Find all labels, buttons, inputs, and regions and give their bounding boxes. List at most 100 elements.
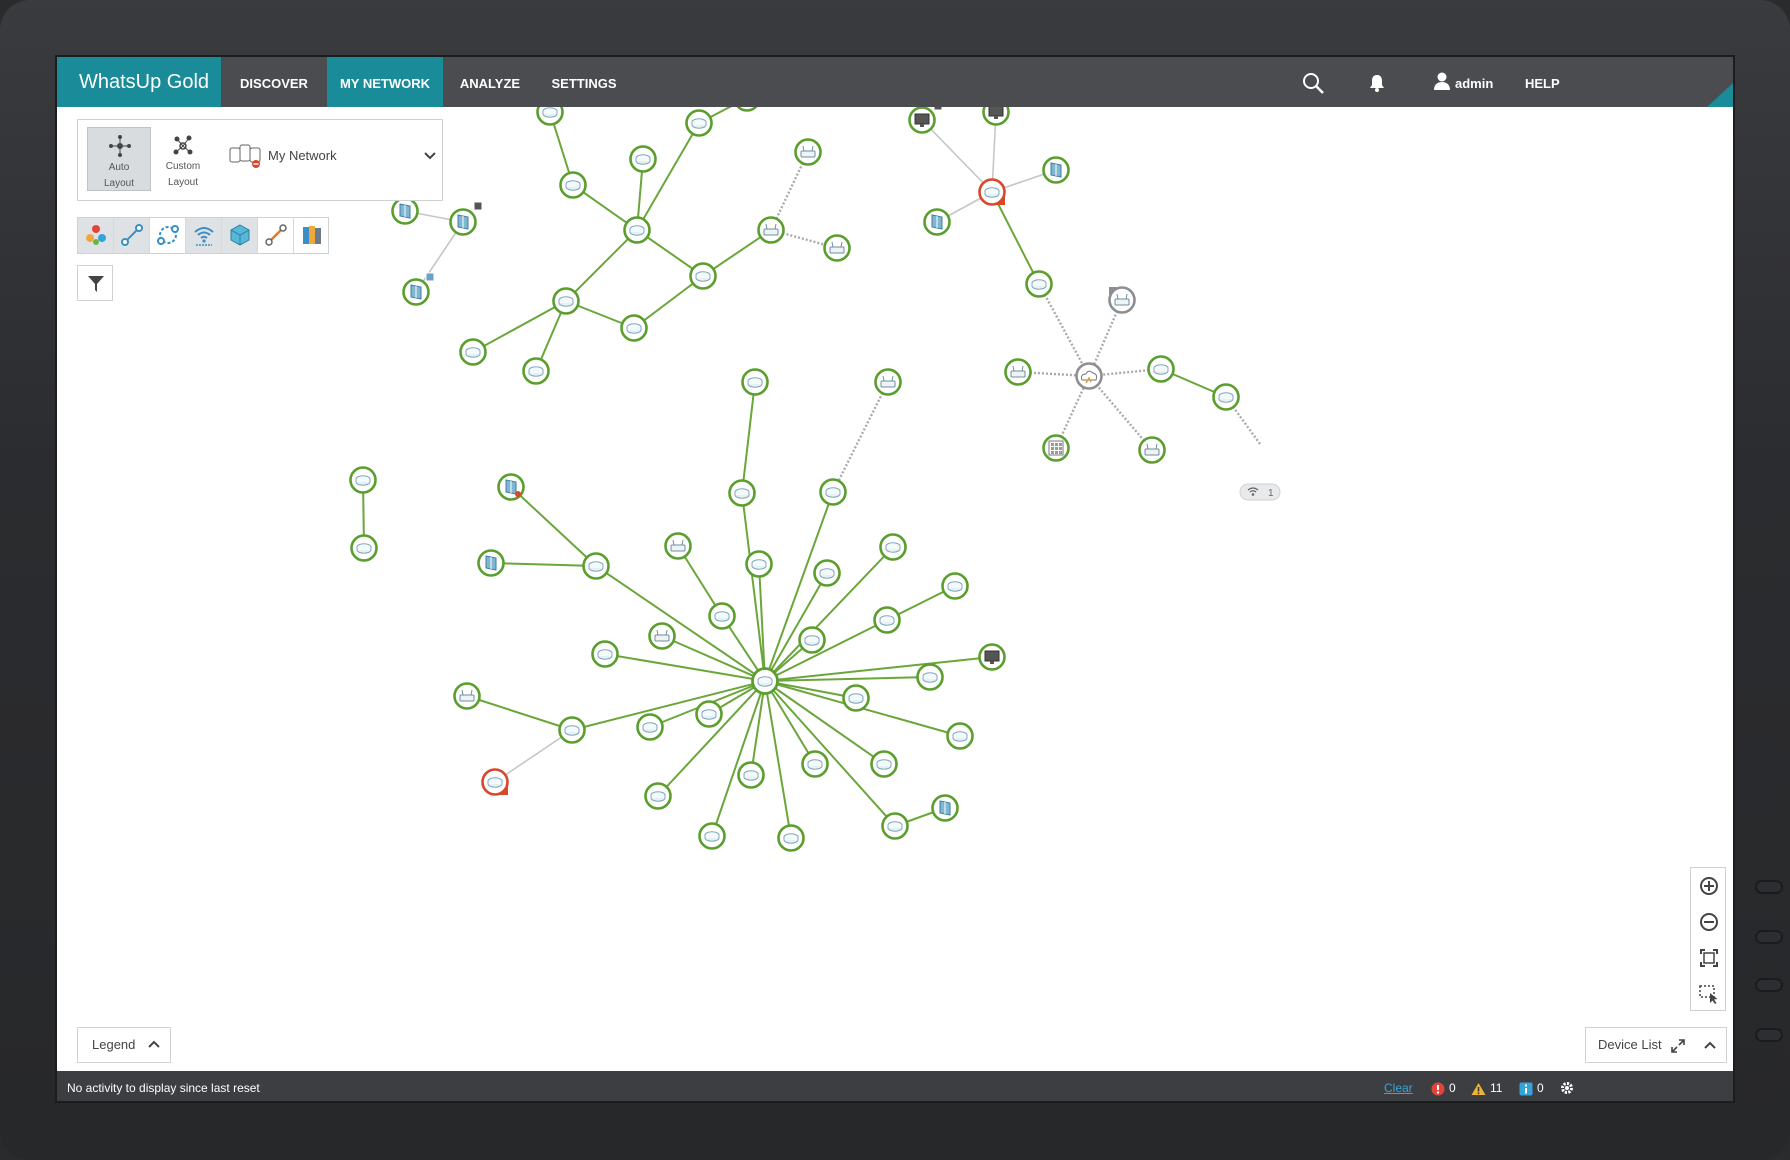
fit-to-screen-button[interactable] (1691, 940, 1727, 976)
chevron-down-icon[interactable] (424, 152, 436, 160)
nav-settings[interactable]: SETTINGS (537, 57, 631, 107)
network-device-node[interactable] (559, 171, 587, 199)
network-link[interactable] (565, 229, 638, 302)
network-device-node[interactable] (453, 682, 481, 710)
nav-discover[interactable]: DISCOVER (221, 57, 327, 107)
network-device-node[interactable] (946, 722, 974, 750)
network-device-node[interactable] (402, 278, 430, 306)
network-device-node[interactable] (623, 216, 651, 244)
network-device-node[interactable] (1075, 362, 1103, 390)
network-link[interactable] (741, 381, 756, 494)
network-device-node[interactable] (819, 478, 847, 506)
network-device-node[interactable] (741, 368, 769, 396)
network-link[interactable] (494, 729, 573, 783)
network-device-node[interactable] (1212, 383, 1240, 411)
network-device-node[interactable] (1025, 270, 1053, 298)
network-link[interactable] (510, 486, 597, 567)
network-device-node[interactable] (916, 663, 944, 691)
device-groups-toggle[interactable] (78, 218, 114, 253)
network-device-node[interactable] (751, 667, 779, 695)
network-device-node[interactable] (558, 716, 586, 744)
network-device-node[interactable] (745, 550, 773, 578)
wireless-toggle[interactable] (186, 218, 222, 253)
help-link[interactable]: HELP (1525, 57, 1560, 107)
network-device-node[interactable] (737, 761, 765, 789)
network-device-node[interactable] (629, 145, 657, 173)
select-area-button[interactable] (1691, 976, 1727, 1012)
network-device-node[interactable] (777, 824, 805, 852)
auto-layout-button[interactable]: Auto Layout (87, 127, 151, 191)
clear-link[interactable]: Clear (1384, 1071, 1413, 1101)
nav-my-network[interactable]: MY NETWORK (327, 57, 443, 107)
chevron-up-icon[interactable] (1704, 1041, 1716, 1049)
network-link[interactable] (921, 119, 993, 193)
network-device-node[interactable] (881, 812, 909, 840)
network-selector[interactable]: My Network (268, 148, 337, 163)
network-device-node[interactable] (1004, 358, 1032, 386)
network-link[interactable] (1037, 283, 1091, 377)
network-device-node[interactable] (874, 368, 902, 396)
network-device-node[interactable] (879, 533, 907, 561)
filter-button[interactable] (77, 265, 113, 301)
network-device-node[interactable] (459, 338, 487, 366)
network-link[interactable] (490, 562, 597, 567)
network-device-node[interactable] (591, 640, 619, 668)
nav-analyze[interactable]: ANALYZE (443, 57, 537, 107)
network-device-node[interactable] (695, 700, 723, 728)
network-device-node[interactable] (582, 552, 610, 580)
network-device-node[interactable] (870, 750, 898, 778)
network-device-node[interactable] (536, 107, 564, 126)
network-device-node[interactable] (1108, 286, 1136, 314)
notifications-bell-icon[interactable] (1367, 72, 1387, 94)
storage-toggle[interactable] (294, 218, 330, 253)
network-link[interactable] (831, 381, 890, 493)
network-device-node[interactable] (1147, 355, 1175, 383)
network-device-node[interactable] (982, 107, 1010, 126)
network-device-node[interactable] (644, 782, 672, 810)
search-icon[interactable] (1301, 71, 1325, 95)
layer2-toggle[interactable] (150, 218, 186, 253)
network-device-node[interactable] (842, 684, 870, 712)
network-device-node[interactable] (522, 357, 550, 385)
error-count[interactable]: 0 (1431, 1071, 1456, 1101)
zoom-out-button[interactable] (1691, 904, 1727, 940)
network-device-node[interactable] (823, 234, 851, 262)
warning-count[interactable]: 11 (1471, 1071, 1502, 1101)
info-count[interactable]: 0 (1519, 1071, 1544, 1101)
brand-logo[interactable]: WhatsUp Gold (57, 57, 221, 107)
network-link[interactable] (1088, 375, 1153, 451)
wireless-clients-badge[interactable]: 1 (1239, 483, 1281, 501)
connect-toggle[interactable] (114, 218, 150, 253)
user-menu[interactable]: admin (1455, 57, 1493, 107)
network-device-node[interactable] (552, 287, 580, 315)
zoom-in-button[interactable] (1691, 868, 1727, 904)
network-link[interactable] (595, 565, 766, 682)
network-device-node[interactable] (798, 626, 826, 654)
legend-toggle[interactable]: Legend (77, 1027, 171, 1063)
virtual-toggle[interactable] (222, 218, 258, 253)
network-device-node[interactable] (908, 107, 936, 134)
device-list-toggle[interactable]: Device List (1585, 1027, 1727, 1063)
network-device-node[interactable] (664, 532, 692, 560)
network-link[interactable] (991, 191, 1040, 285)
network-device-node[interactable] (698, 822, 726, 850)
path-toggle[interactable] (258, 218, 294, 253)
network-link[interactable] (571, 680, 766, 731)
network-device-node[interactable] (449, 208, 477, 236)
network-device-node[interactable] (757, 216, 785, 244)
network-device-node[interactable] (620, 314, 648, 342)
network-device-node[interactable] (391, 197, 419, 225)
network-device-node[interactable] (477, 549, 505, 577)
network-device-node[interactable] (648, 622, 676, 650)
custom-layout-button[interactable]: Custom Layout (151, 127, 215, 191)
network-link[interactable] (604, 653, 766, 682)
network-device-node[interactable] (978, 178, 1006, 206)
network-device-node[interactable] (873, 606, 901, 634)
network-device-node[interactable] (636, 713, 664, 741)
network-link[interactable] (466, 695, 573, 731)
network-link[interactable] (636, 122, 700, 231)
network-device-node[interactable] (685, 109, 713, 137)
network-device-node[interactable] (923, 208, 951, 236)
network-device-node[interactable] (728, 479, 756, 507)
network-device-node[interactable] (813, 559, 841, 587)
